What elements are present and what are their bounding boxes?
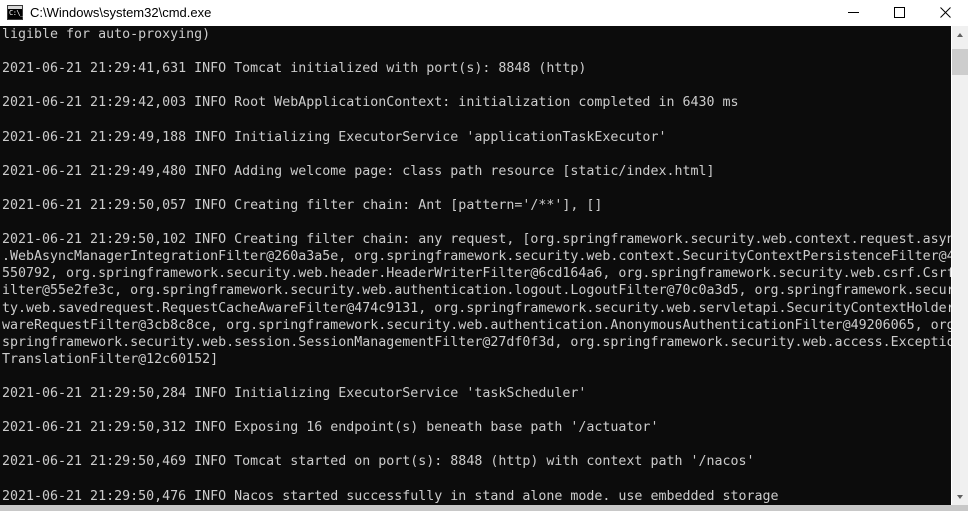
console-line: springframework.security.web.session.Ses… xyxy=(2,334,951,350)
scrollbar-thumb[interactable] xyxy=(952,49,968,75)
cmd-console-icon: C:\_ xyxy=(7,5,24,20)
window-bottom-edge xyxy=(0,505,968,511)
console-area: ligible for auto-proxying) 2021-06-21 21:… xyxy=(0,26,968,505)
console-line: 2021-06-21 21:29:41,631 INFO Tomcat init… xyxy=(2,61,587,77)
console-line: 2021-06-21 21:29:42,003 INFO Root WebApp… xyxy=(2,95,739,111)
title-bar[interactable]: C:\_ C:\Windows\system32\cmd.exe xyxy=(0,0,968,26)
minimize-button[interactable] xyxy=(830,0,876,25)
close-button[interactable] xyxy=(922,0,968,25)
window-controls xyxy=(830,0,968,25)
console-line: ilter@55e2fe3c, org.springframework.secu… xyxy=(2,283,951,299)
console-line: 2021-06-21 21:29:50,102 INFO Creating fi… xyxy=(2,232,951,248)
console-line: .WebAsyncManagerIntegrationFilter@260a3a… xyxy=(2,249,951,265)
console-line: ligible for auto-proxying) xyxy=(2,27,211,42)
minimize-icon xyxy=(847,7,859,18)
scrollbar-track[interactable] xyxy=(952,43,968,488)
console-line: 2021-06-21 21:29:50,469 INFO Tomcat star… xyxy=(2,454,755,470)
console-line: 2021-06-21 21:29:50,312 INFO Exposing 16… xyxy=(2,420,659,436)
console-line: ty.web.savedrequest.RequestCacheAwareFil… xyxy=(2,300,951,316)
scroll-up-arrow-icon[interactable] xyxy=(952,26,968,43)
console-line: 2021-06-21 21:29:50,476 INFO Nacos start… xyxy=(2,488,779,504)
close-icon xyxy=(939,7,951,18)
maximize-icon xyxy=(893,7,905,18)
maximize-button[interactable] xyxy=(876,0,922,25)
window-title: C:\Windows\system32\cmd.exe xyxy=(30,5,212,20)
console-line: 2021-06-21 21:29:50,057 INFO Creating fi… xyxy=(2,197,603,213)
console-line: 2021-06-21 21:29:50,284 INFO Initializin… xyxy=(2,385,587,401)
console-line: 550792, org.springframework.security.web… xyxy=(2,266,951,282)
console-output[interactable]: ligible for auto-proxying) 2021-06-21 21:… xyxy=(0,26,951,505)
console-line: 2021-06-21 21:29:49,188 INFO Initializin… xyxy=(2,129,667,145)
console-line: TranslationFilter@12c60152] xyxy=(2,351,219,367)
scroll-down-arrow-icon[interactable] xyxy=(952,488,968,505)
vertical-scrollbar[interactable] xyxy=(951,26,968,505)
cmd-window: C:\_ C:\Windows\system32\cmd.exe ligible… xyxy=(0,0,968,511)
console-line: 2021-06-21 21:29:49,480 INFO Adding welc… xyxy=(2,163,715,179)
console-line: wareRequestFilter@3cb8c8ce, org.springfr… xyxy=(2,317,951,333)
